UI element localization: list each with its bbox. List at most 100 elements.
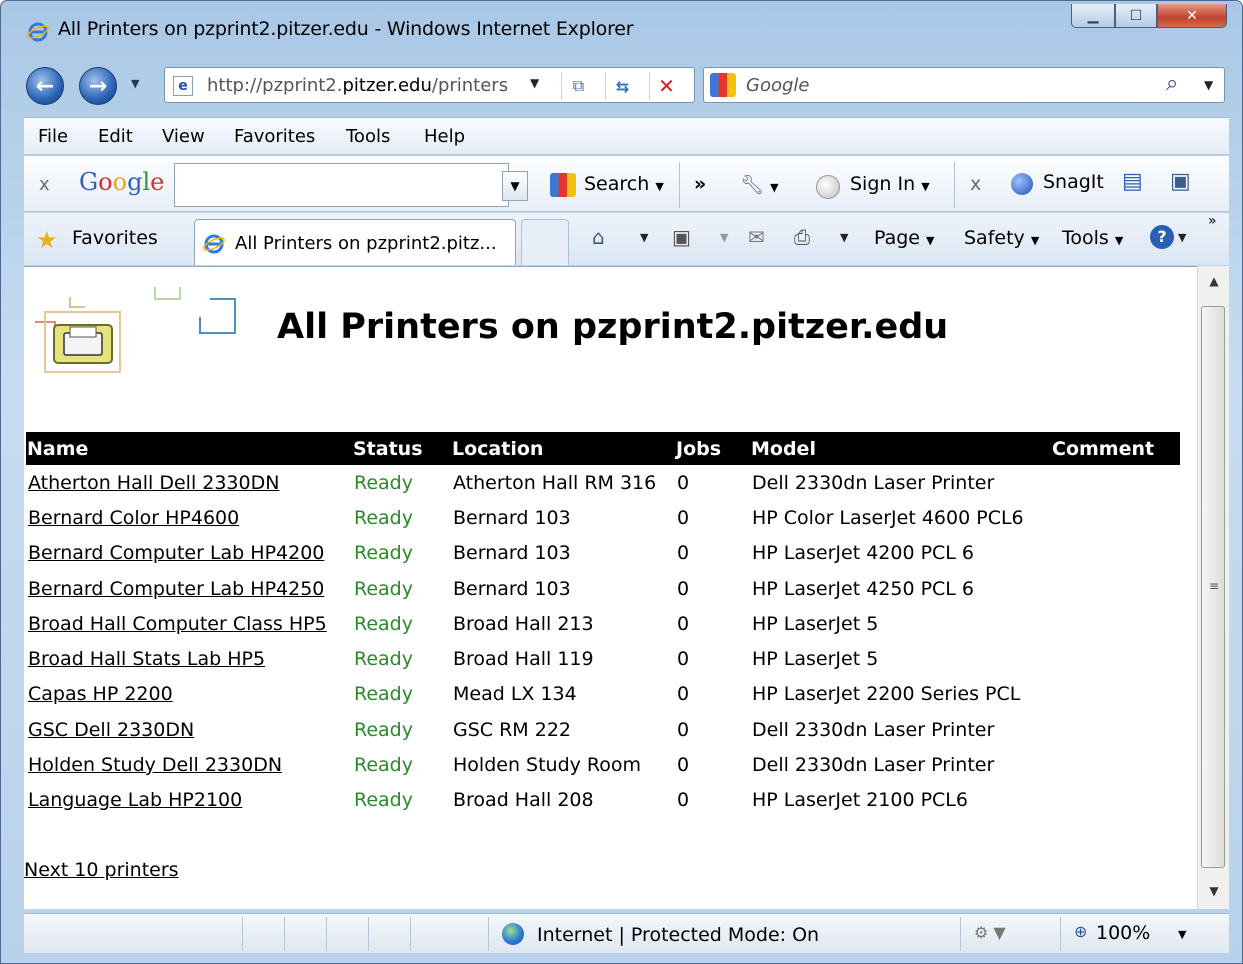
menu-file[interactable]: File	[38, 126, 68, 147]
printer-name-link[interactable]: Broad Hall Computer Class HP5	[28, 613, 327, 635]
table-cell-location: Atherton Hall RM 316	[451, 465, 675, 500]
help-icon[interactable]: ?	[1150, 225, 1174, 249]
printer-jobs: 0	[677, 506, 690, 529]
table-cell-status: Ready	[352, 712, 451, 747]
printer-name-link[interactable]: Atherton Hall Dell 2330DN	[28, 472, 279, 494]
menu-help[interactable]: Help	[424, 126, 465, 147]
tools-menu[interactable]: Tools ▼	[1062, 227, 1123, 249]
printer-name-link[interactable]: Holden Study Dell 2330DN	[28, 754, 282, 776]
back-button[interactable]: ←	[26, 67, 64, 105]
print-icon[interactable]: ⎙	[794, 225, 810, 249]
menu-view[interactable]: View	[162, 126, 205, 147]
search-input[interactable]: Google	[746, 75, 809, 96]
favorites-star-icon[interactable]: ★	[36, 226, 58, 254]
url-field[interactable]: http://pzprint2.pitzer.edu/printers	[207, 75, 508, 96]
table-row: Broad Hall Stats Lab HP5 Ready Broad Hall …	[26, 641, 1180, 676]
table-row: Broad Hall Computer Class HP5 Ready Broad …	[26, 606, 1180, 641]
forward-button[interactable]: →	[79, 67, 117, 105]
search-bar[interactable]: Google ⌕ ▼	[703, 67, 1225, 103]
printer-location: Broad Hall 119	[453, 648, 594, 671]
window-title: All Printers on pzprint2.pitzer.edu - Wi…	[58, 18, 634, 40]
snagit-button[interactable]: SnagIt	[1043, 171, 1104, 193]
minimize-button[interactable]: ▁	[1071, 4, 1115, 28]
wrench-icon[interactable]: 🔧︎ ▼	[740, 173, 779, 196]
refresh-icon[interactable]: ⇆	[605, 72, 639, 100]
help-dropdown-icon[interactable]: ▼	[1178, 231, 1186, 244]
table-cell-jobs: 0	[675, 571, 750, 606]
printer-name-link[interactable]: Capas HP 2200	[28, 683, 173, 705]
snagit-editor-icon[interactable]: ▣	[1170, 169, 1191, 194]
printer-name-link[interactable]: GSC Dell 2330DN	[28, 719, 194, 741]
sign-in-button[interactable]: Sign In ▼	[850, 173, 930, 195]
home-icon[interactable]: ⌂	[592, 225, 605, 249]
search-icon[interactable]: ⌕	[1166, 71, 1178, 96]
home-dropdown-icon[interactable]: ▼	[640, 231, 648, 244]
menu-tools[interactable]: Tools	[346, 126, 390, 147]
toolbar-more-icon[interactable]: »	[694, 173, 706, 195]
scrollbar-thumb[interactable]: ≡	[1201, 306, 1225, 868]
printer-model: Dell 2330dn Laser Printer	[752, 471, 995, 494]
google-toolbar-close-icon[interactable]: x	[39, 174, 50, 195]
feeds-icon[interactable]: ▣	[672, 225, 691, 249]
google-toolbar-search-input[interactable]	[174, 163, 509, 207]
safety-menu[interactable]: Safety ▼	[964, 227, 1039, 249]
printer-name-link[interactable]: Broad Hall Stats Lab HP5	[28, 648, 265, 670]
table-cell-location: Holden Study Room	[451, 747, 675, 782]
page-menu[interactable]: Page ▼	[874, 227, 935, 249]
printer-jobs: 0	[677, 718, 690, 741]
table-cell-status: Ready	[352, 465, 451, 500]
printer-location: Holden Study Room	[453, 754, 642, 777]
next-printers-link[interactable]: Next 10 printers	[24, 859, 179, 881]
ie-window: All Printers on pzprint2.pitzer.edu - Wi…	[0, 0, 1243, 964]
address-bar[interactable]: e http://pzprint2.pitzer.edu/printers ▼ …	[164, 67, 695, 103]
stop-icon[interactable]: ✕	[649, 72, 683, 100]
compatibility-view-icon[interactable]: ⧉	[561, 72, 595, 100]
printer-location: Bernard 103	[453, 542, 571, 565]
menu-favorites[interactable]: Favorites	[234, 126, 315, 147]
google-search-button[interactable]: Search ▼	[584, 173, 664, 195]
table-cell-jobs: 0	[675, 783, 750, 818]
table-cell-status: Ready	[352, 536, 451, 571]
printer-name-link[interactable]: Bernard Computer Lab HP4200	[28, 542, 324, 564]
menu-edit[interactable]: Edit	[98, 126, 133, 147]
printer-location: Broad Hall 208	[453, 789, 594, 812]
printer-name-link[interactable]: Bernard Computer Lab HP4250	[28, 578, 324, 600]
snagit-toolbar-close-icon[interactable]: x	[970, 173, 981, 195]
protected-mode-icon[interactable]: ⚙ ▼	[974, 923, 1006, 942]
printer-name-link[interactable]: Language Lab HP2100	[28, 789, 242, 811]
table-row: Holden Study Dell 2330DN Ready Holden Stud…	[26, 747, 1180, 782]
status-bar: Internet | Protected Mode: On ⚙ ▼ ⊕ 100%…	[24, 913, 1229, 953]
vertical-scrollbar[interactable]: ▲ ≡ ▼	[1197, 266, 1229, 909]
menu-bar: File Edit View Favorites Tools Help	[24, 117, 1229, 155]
url-dropdown-icon[interactable]: ▼	[530, 76, 539, 90]
search-options-dropdown-icon[interactable]: ▼	[1204, 78, 1213, 92]
google-toolbar-dropdown-icon[interactable]: ▼	[502, 171, 528, 201]
printer-location: GSC RM 222	[453, 718, 571, 741]
new-tab-button[interactable]	[521, 219, 569, 265]
table-cell-jobs: 0	[675, 641, 750, 676]
zoom-icon[interactable]: ⊕	[1074, 922, 1087, 941]
feeds-dropdown-icon[interactable]: ▼	[720, 231, 728, 244]
command-overflow-icon[interactable]: »	[1208, 213, 1217, 229]
snagit-capture-icon[interactable]: ▤	[1122, 169, 1143, 194]
zoom-level[interactable]: 100%	[1096, 922, 1150, 944]
security-zone-text[interactable]: Internet | Protected Mode: On	[537, 924, 819, 946]
table-cell-name: Bernard Color HP4600	[26, 500, 352, 535]
mail-icon[interactable]: ✉	[748, 225, 765, 249]
scroll-up-arrow-icon[interactable]: ▲	[1198, 274, 1230, 288]
favorites-button[interactable]: Favorites	[72, 227, 158, 249]
scroll-down-arrow-icon[interactable]: ▼	[1198, 884, 1230, 898]
printer-jobs: 0	[677, 789, 690, 812]
internet-zone-globe-icon	[502, 923, 524, 945]
printer-jobs: 0	[677, 471, 690, 494]
print-dropdown-icon[interactable]: ▼	[840, 231, 848, 244]
google-search-icon[interactable]	[550, 173, 576, 197]
zoom-dropdown-icon[interactable]: ▼	[1178, 928, 1186, 941]
tab-active[interactable]: All Printers on pzprint2.pitz...	[194, 219, 516, 265]
column-header-comment: Comment	[1051, 432, 1180, 465]
close-button[interactable]: ✕	[1157, 4, 1227, 28]
maximize-button[interactable]: ☐	[1115, 4, 1157, 28]
history-dropdown-icon[interactable]: ▼	[131, 77, 139, 90]
printer-name-link[interactable]: Bernard Color HP4600	[28, 507, 239, 529]
table-cell-status: Ready	[352, 641, 451, 676]
